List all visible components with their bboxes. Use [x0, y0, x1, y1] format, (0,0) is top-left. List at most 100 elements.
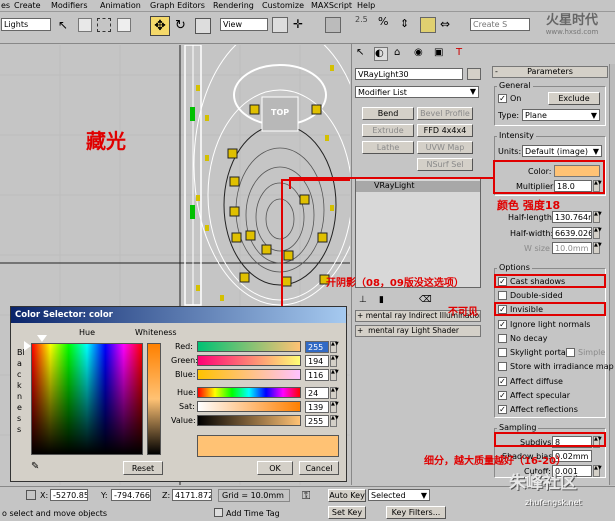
select-move-icon[interactable]: ✥: [150, 16, 170, 36]
wsize-spinner[interactable]: ▲▼: [593, 242, 602, 254]
key-mode-select[interactable]: Selected ▼: [368, 489, 430, 501]
y-coordinate-field[interactable]: -794.766mi: [111, 489, 151, 501]
value-field[interactable]: 255: [305, 415, 329, 427]
blue-slider[interactable]: [197, 369, 301, 380]
color-selector-titlebar[interactable]: Color Selector: color: [11, 307, 346, 323]
red-slider[interactable]: [197, 341, 301, 352]
affect-diffuse-checkbox[interactable]: ✓: [498, 377, 507, 386]
hue-spinner[interactable]: ▲▼: [330, 387, 339, 399]
pivot-center-icon[interactable]: [272, 17, 288, 33]
blue-field[interactable]: 116: [305, 369, 329, 381]
menu-item-help[interactable]: Help: [357, 2, 375, 10]
blue-spinner[interactable]: ▲▼: [330, 369, 339, 381]
utilities-tab-icon[interactable]: T: [456, 47, 470, 61]
store-irradiance-checkbox[interactable]: [498, 362, 507, 371]
select-manipulate-icon[interactable]: ✛: [293, 17, 309, 33]
modifier-list-select[interactable]: Modifier List ▼: [355, 86, 479, 98]
half-width-field[interactable]: 6639.026: [552, 227, 592, 239]
cancel-button[interactable]: Cancel: [299, 461, 339, 475]
mirror-icon[interactable]: ⇔: [440, 17, 456, 33]
hue-field[interactable]: 24: [305, 387, 329, 399]
object-color-swatch[interactable]: [467, 68, 481, 80]
reference-coordinate-select[interactable]: View: [220, 18, 268, 31]
spinner-snap-icon[interactable]: ⇕: [400, 17, 416, 33]
affect-reflections-checkbox[interactable]: ✓: [498, 405, 507, 414]
uvw-map-button[interactable]: UVW Map: [417, 141, 473, 154]
wsize-field[interactable]: 10.0mm: [552, 242, 592, 254]
sat-field[interactable]: 139: [305, 401, 329, 413]
half-length-spinner[interactable]: ▲▼: [593, 211, 602, 223]
hue-slider[interactable]: [197, 387, 301, 398]
modify-tab-icon[interactable]: ◐: [374, 47, 388, 61]
bend-button[interactable]: Bend: [362, 107, 414, 120]
stack-item-vraylight[interactable]: VRayLight: [356, 181, 480, 192]
value-slider[interactable]: [197, 415, 301, 426]
affect-specular-checkbox[interactable]: ✓: [498, 391, 507, 400]
viewcube-top-label[interactable]: TOP: [271, 109, 289, 117]
type-select[interactable]: Plane ▼: [522, 109, 600, 121]
modifier-stack[interactable]: VRayLight: [355, 178, 481, 288]
add-time-tag-label[interactable]: Add Time Tag: [226, 510, 280, 518]
no-decay-checkbox[interactable]: [498, 334, 507, 343]
exclude-button[interactable]: Exclude: [548, 92, 600, 105]
angle-snap-icon[interactable]: 2.5: [355, 15, 373, 33]
ffd-button[interactable]: FFD 4x4x4: [417, 124, 473, 137]
show-end-result-icon[interactable]: ▮: [379, 295, 384, 305]
hue-pointer-icon[interactable]: [37, 335, 47, 342]
display-tab-icon[interactable]: ▣: [434, 47, 448, 61]
menu-item-customize[interactable]: Customize: [262, 2, 304, 10]
nsurf-sel-button[interactable]: NSurf Sel: [417, 158, 473, 171]
simple-checkbox[interactable]: [566, 348, 575, 357]
key-icon[interactable]: ⚿: [302, 489, 310, 503]
object-name-field[interactable]: VRayLight30: [355, 68, 463, 80]
select-scale-icon[interactable]: [195, 18, 211, 34]
menu-item-maxscript[interactable]: MAXScript: [311, 2, 352, 10]
on-checkbox[interactable]: ✓: [498, 94, 507, 103]
edit-named-selection-icon[interactable]: [420, 17, 436, 33]
parameters-rollout-header[interactable]: - Parameters: [492, 66, 608, 78]
hue-whiteness-field[interactable]: [31, 343, 143, 455]
double-sided-checkbox[interactable]: [498, 291, 507, 300]
auto-key-button[interactable]: Auto Key: [328, 489, 366, 502]
sat-spinner[interactable]: ▲▼: [330, 401, 339, 413]
red-spinner[interactable]: ▲▼: [330, 341, 339, 353]
sat-slider[interactable]: [197, 401, 301, 412]
extrude-button[interactable]: Extrude: [362, 124, 414, 137]
window-crossing-icon[interactable]: [117, 18, 131, 32]
blackness-pointer-icon[interactable]: [24, 341, 31, 351]
select-rotate-icon[interactable]: ↻: [175, 18, 191, 34]
percent-snap-icon[interactable]: %: [378, 15, 396, 33]
value-spinner[interactable]: ▲▼: [330, 415, 339, 427]
menu-item-graph-editors[interactable]: Graph Editors: [150, 2, 205, 10]
red-field[interactable]: 255: [305, 341, 329, 353]
named-selection-set-field[interactable]: Create S: [470, 18, 530, 31]
x-coordinate-field[interactable]: -5270.853r: [50, 489, 88, 501]
z-coordinate-field[interactable]: 4171.872m: [172, 489, 212, 501]
lock-selection-icon[interactable]: [26, 490, 36, 500]
half-width-spinner[interactable]: ▲▼: [593, 227, 602, 239]
rollout-mental-ray-shader[interactable]: + mental ray Light Shader: [355, 325, 481, 337]
skylight-portal-checkbox[interactable]: [498, 348, 507, 357]
snap-toggle-icon[interactable]: [325, 17, 341, 33]
lathe-button[interactable]: Lathe: [362, 141, 414, 154]
motion-tab-icon[interactable]: ◉: [414, 47, 428, 61]
menu-item-modifiers[interactable]: Modifiers: [51, 2, 88, 10]
panel-scrollbar[interactable]: [609, 64, 615, 485]
select-object-icon[interactable]: ↖: [58, 18, 72, 32]
menu-item-rendering[interactable]: Rendering: [213, 2, 254, 10]
reset-button[interactable]: Reset: [123, 461, 163, 475]
ignore-normals-checkbox[interactable]: ✓: [498, 320, 507, 329]
eyedropper-icon[interactable]: ✎: [31, 461, 45, 475]
green-slider[interactable]: [197, 355, 301, 366]
bevel-profile-button[interactable]: Bevel Profile: [417, 107, 473, 120]
create-tab-icon[interactable]: ↖: [356, 47, 370, 61]
set-key-button[interactable]: Set Key: [328, 506, 366, 519]
add-time-tag-icon[interactable]: [214, 508, 223, 517]
units-select[interactable]: Default (image) ▼: [522, 145, 602, 157]
remove-modifier-icon[interactable]: ⌫: [419, 295, 432, 305]
whiteness-bar[interactable]: [147, 343, 161, 455]
hierarchy-tab-icon[interactable]: ⌂: [394, 47, 408, 61]
ok-button[interactable]: OK: [257, 461, 293, 475]
selection-filter-select[interactable]: Lights: [1, 18, 51, 31]
menu-item-create[interactable]: Create: [14, 2, 41, 10]
